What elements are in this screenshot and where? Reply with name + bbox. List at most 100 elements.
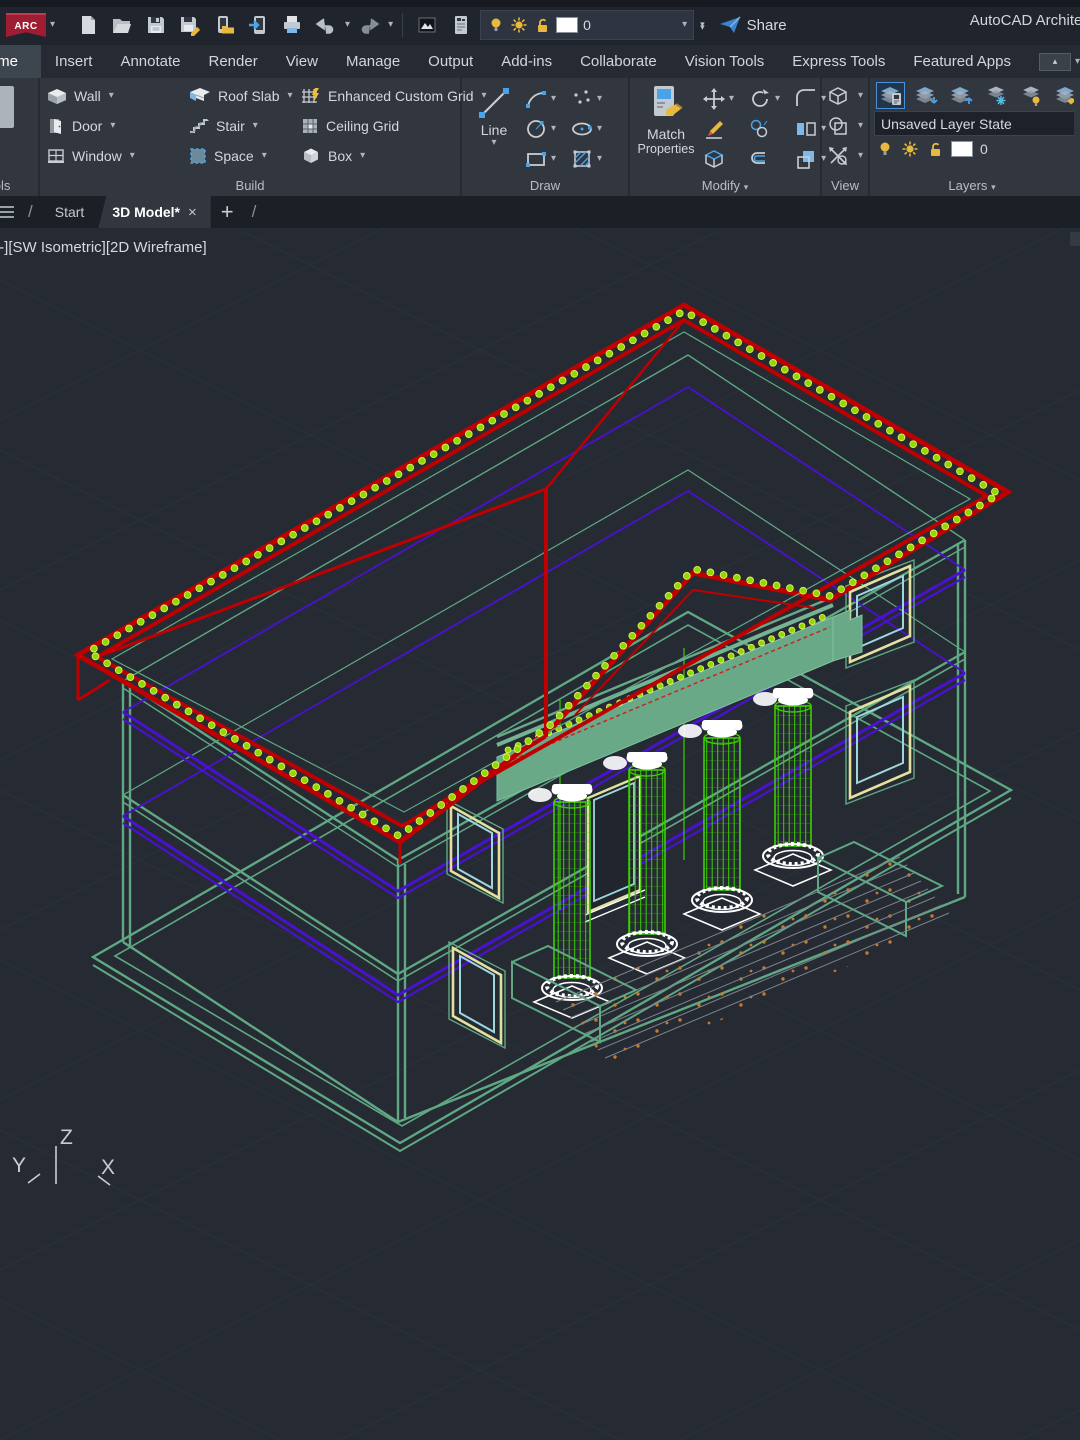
layers-panel-caret-icon: ▾ [991,182,996,192]
title-bar: ARC ▾ [0,0,1080,46]
explode-button[interactable] [702,144,734,174]
rotate-button[interactable]: ▾ [748,84,780,114]
circle-button[interactable]: ▾ [524,114,556,144]
visual-style-icon [826,114,850,138]
drawing-canvas[interactable]: [-][SW Isometric][2D Wireframe] [0,228,1080,1440]
layer-off-button[interactable] [1016,82,1045,109]
rectangle-button[interactable]: ▾ [524,144,556,174]
customize-qat-chevron-icon[interactable]: ▾▾ [700,21,705,30]
tab-manage[interactable]: Manage [332,45,414,78]
view-cube-icon [826,84,850,108]
tab-featured-apps[interactable]: Featured Apps [899,45,1025,78]
arc-button[interactable]: ▾ [524,84,556,114]
layer-state-dropdown[interactable]: Unsaved Layer State [874,111,1074,136]
ceiling-grid-button[interactable]: Ceiling Grid [300,112,487,139]
window-caret-icon: ▾ [130,151,135,161]
layer-walk-button[interactable] [412,11,442,39]
arc-icon [524,87,548,111]
layer-lock-icon [926,140,944,158]
layer-previous-icon [949,85,973,107]
zoom-extents-caret-icon: ▾ [858,151,863,161]
roof-slab-icon [188,86,212,106]
copy-icon [748,117,772,141]
tab-express-tools[interactable]: Express Tools [778,45,899,78]
panel-caption-view: View [822,178,868,193]
redo-caret-icon[interactable]: ▾ [388,20,393,30]
layer-properties-icon [879,85,903,107]
save-to-mobile-button[interactable] [243,11,273,39]
copy-button[interactable] [748,114,780,144]
undo-caret-icon[interactable]: ▾ [345,20,350,30]
current-layer-dropdown[interactable]: 0 [876,140,988,158]
tab-insert[interactable]: Insert [41,45,107,78]
window-button[interactable]: Window▾ [46,142,135,169]
new-file-button[interactable] [73,11,103,39]
ribbon-collapse-button[interactable]: ▴ ▾ [1039,45,1080,78]
layer-properties-button[interactable] [876,82,905,109]
layer-bulb-icon [876,140,894,158]
share-button[interactable]: Share [719,15,787,35]
tab-add-ins[interactable]: Add-ins [487,45,566,78]
save-button[interactable] [141,11,171,39]
tab-view[interactable]: View [272,45,332,78]
ellipse-icon [570,117,594,141]
visual-style-button[interactable]: ▾ [826,112,863,139]
freeze-layer-button[interactable] [981,82,1010,109]
layer-color-swatch [556,17,578,33]
file-tab-menu-button[interactable] [0,196,20,228]
set-current-layer-button[interactable] [911,82,940,109]
properties-palette-button[interactable] [446,11,476,39]
undo-button[interactable] [311,11,341,39]
new-drawing-tab-button[interactable]: + [211,196,244,228]
open-file-button[interactable] [107,11,137,39]
wall-button[interactable]: Wall▾ [46,82,135,109]
tools-big-button-sliver[interactable] [0,86,14,128]
window-title: AutoCAD Architect [970,12,1080,29]
space-button[interactable]: Space▾ [188,142,293,169]
save-as-button[interactable] [175,11,205,39]
previous-layer-button[interactable] [946,82,975,109]
window-right-lower[interactable] [846,680,914,804]
file-tab-3d-model[interactable]: 3D Model* × [98,196,210,228]
tab-render[interactable]: Render [195,45,272,78]
view-cube-button[interactable]: ▾ [826,82,863,109]
autocad-window: ARC ▾ [0,0,1080,1440]
tab-output[interactable]: Output [414,45,487,78]
roof-slab-caret-icon: ▾ [287,91,292,101]
ellipse-button[interactable]: ▾ [570,114,602,144]
stair-button[interactable]: Stair▾ [188,112,293,139]
line-button[interactable]: Line ▾ [468,84,520,148]
move-caret-icon: ▾ [729,94,734,104]
printer-icon [281,14,303,36]
move-button[interactable]: ▾ [702,84,734,114]
tab-collaborate[interactable]: Collaborate [566,45,671,78]
app-menu-caret-icon[interactable]: ▾ [50,20,55,30]
redo-button[interactable] [354,11,384,39]
hatch-caret-icon: ▾ [597,154,602,164]
tab-home[interactable]: Home [0,45,41,78]
tab-annotate[interactable]: Annotate [106,45,194,78]
close-tab-icon[interactable]: × [188,204,197,221]
match-properties-button[interactable]: Match Properties [634,84,698,156]
file-tab-start[interactable]: Start [41,196,99,228]
tab-vision-tools[interactable]: Vision Tools [671,45,779,78]
app-menu-arc-badge[interactable]: ARC [6,13,46,37]
plot-button[interactable] [277,11,307,39]
point-button[interactable]: ▾ [570,84,602,114]
window-top-strip [0,0,1080,7]
erase-button[interactable] [702,114,734,144]
roof-slab-button[interactable]: Roof Slab▾ [188,82,293,109]
door-button[interactable]: Door▾ [46,112,135,139]
box-button[interactable]: Box▾ [300,142,487,169]
open-from-mobile-button[interactable] [209,11,239,39]
point-icon [570,87,594,111]
layer-match-button[interactable] [1051,82,1074,109]
qat-layer-dropdown[interactable]: 0 ▾ [480,10,694,40]
window-icon [46,146,66,166]
redo-arrow-icon [357,14,381,36]
zoom-extents-button[interactable]: ▾ [826,142,863,169]
enhanced-custom-grid-button[interactable]: Enhanced Custom Grid▾ [300,82,487,109]
hatch-button[interactable]: ▾ [570,144,602,174]
viewport-controls[interactable]: [-][SW Isometric][2D Wireframe] [0,239,207,256]
offset-button[interactable] [748,144,780,174]
